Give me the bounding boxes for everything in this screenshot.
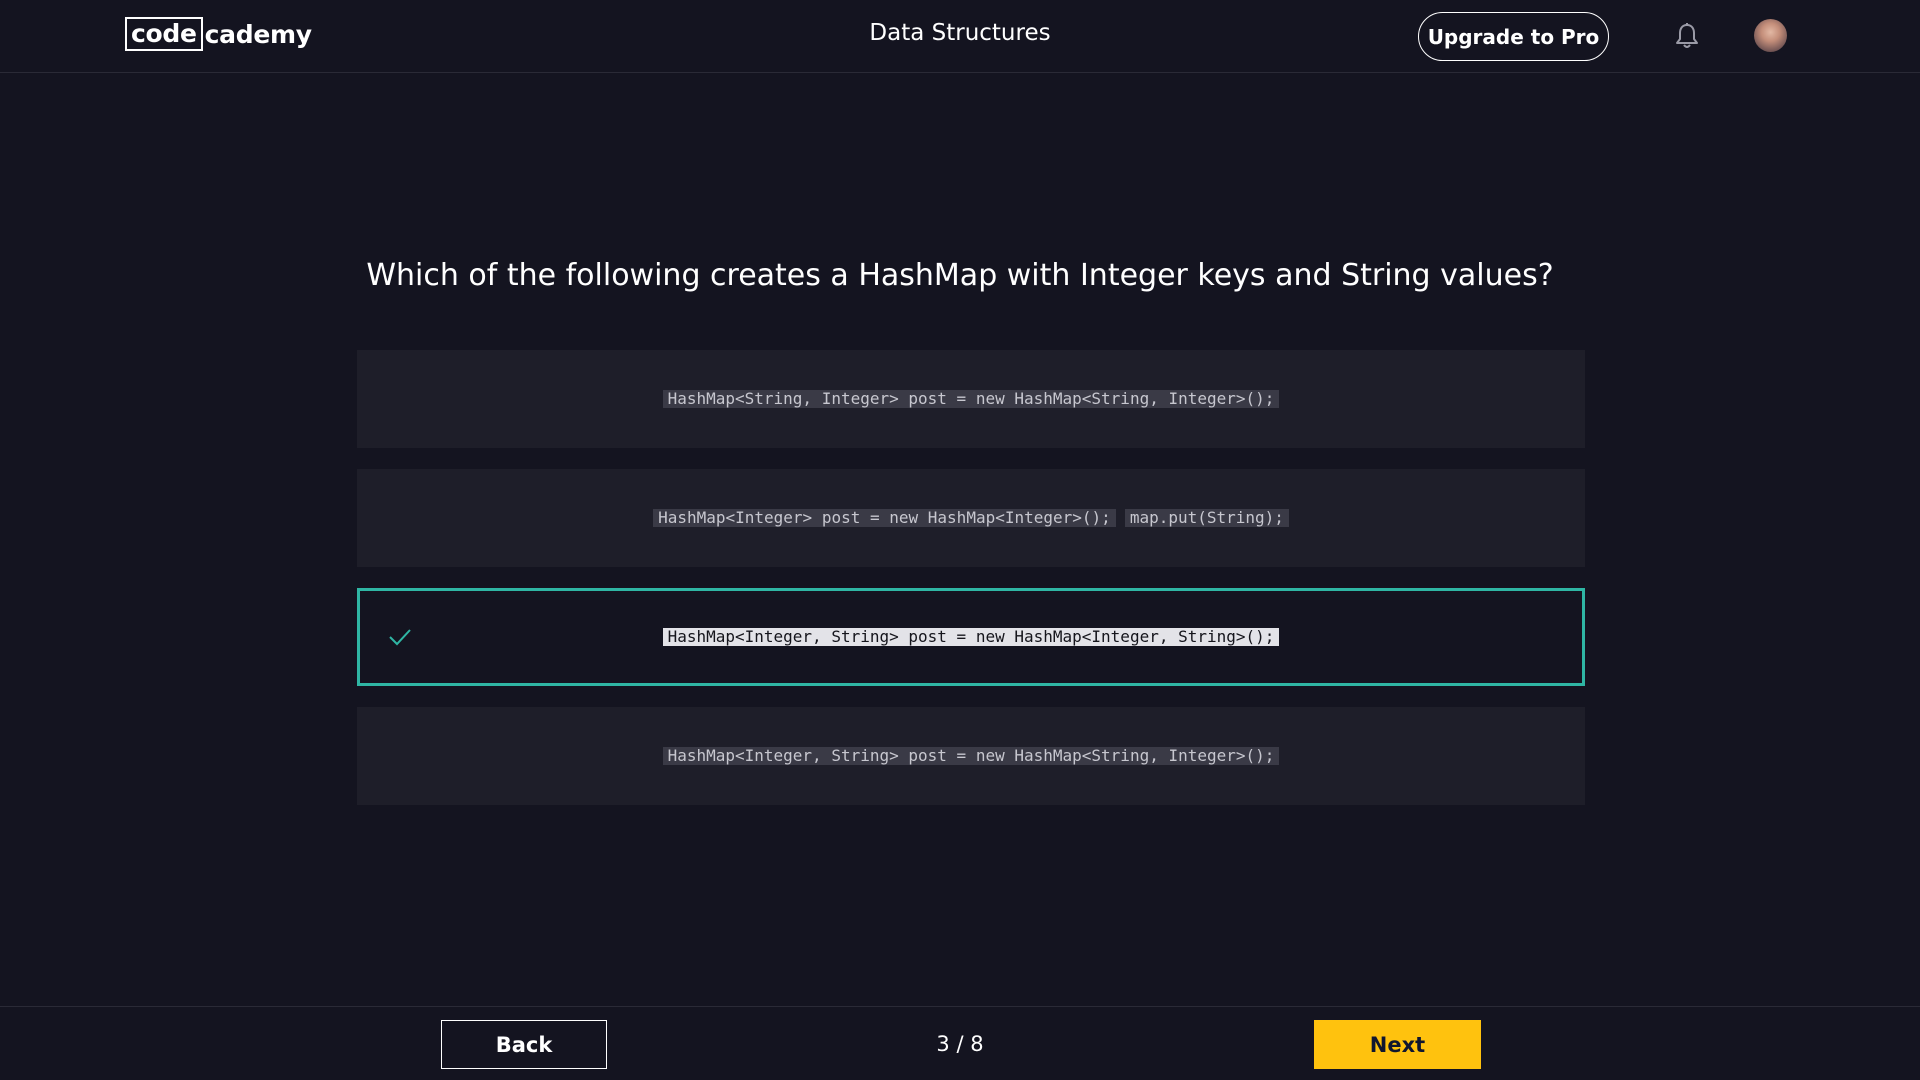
answer-option-4[interactable]: HashMap<Integer, String> post = new Hash…	[357, 707, 1585, 805]
question-text: Which of the following creates a HashMap…	[366, 258, 1554, 293]
next-button[interactable]: Next	[1314, 1020, 1481, 1069]
progress-indicator: 3 / 8	[936, 1032, 984, 1056]
option-code: HashMap<Integer, String> post = new Hash…	[662, 628, 1280, 646]
footer-bar: Back 3 / 8 Next	[0, 1006, 1920, 1080]
option-code: HashMap<String, Integer> post = new Hash…	[662, 390, 1280, 408]
upgrade-to-pro-button[interactable]: Upgrade to Pro	[1418, 12, 1609, 61]
bell-icon[interactable]	[1674, 22, 1700, 50]
option-code: HashMap<Integer, String> post = new Hash…	[662, 747, 1280, 765]
answer-option-2[interactable]: HashMap<Integer> post = new HashMap<Inte…	[357, 469, 1585, 567]
answer-option-1[interactable]: HashMap<String, Integer> post = new Hash…	[357, 350, 1585, 448]
option-code: map.put(String);	[1124, 509, 1289, 527]
option-code: HashMap<Integer> post = new HashMap<Inte…	[653, 509, 1116, 527]
answer-option-3[interactable]: HashMap<Integer, String> post = new Hash…	[357, 588, 1585, 686]
checkmark-icon	[388, 625, 412, 649]
course-title: Data Structures	[869, 20, 1051, 46]
top-nav-bar: code cademy Data Structures Upgrade to Pr…	[0, 0, 1920, 73]
user-avatar[interactable]	[1754, 19, 1787, 52]
